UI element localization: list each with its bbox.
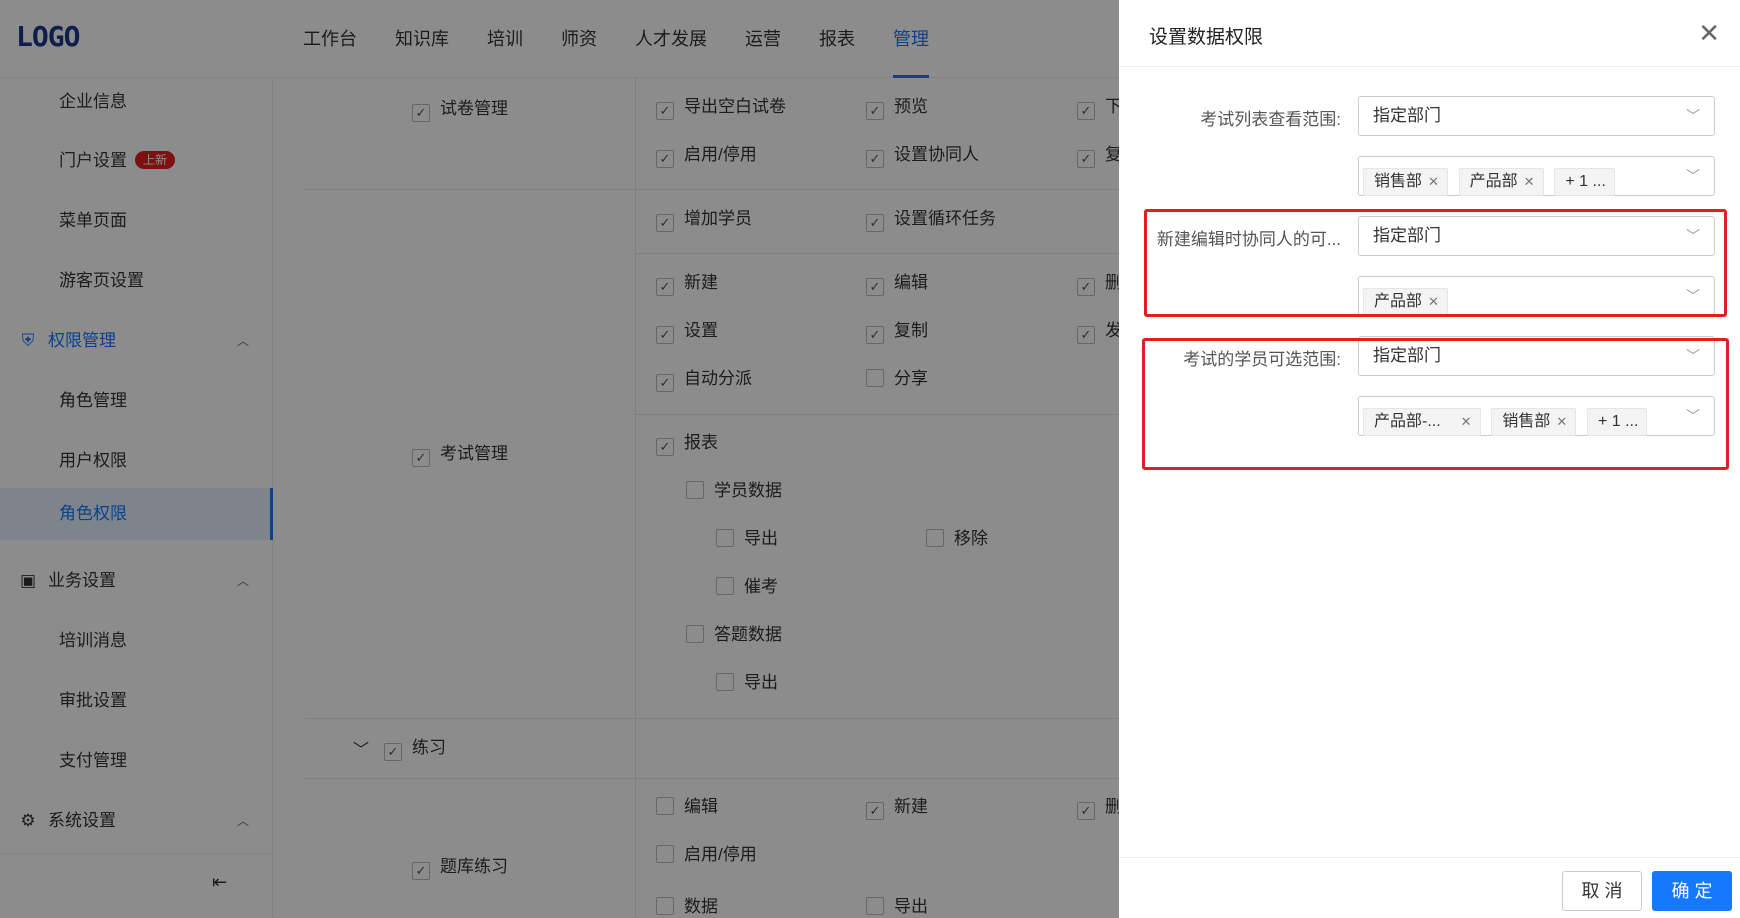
dept-multiselect-exam-list[interactable]: 销售部 ✕ 产品部 ✕ + 1 ... ﹀ — [1358, 156, 1715, 196]
confirm-button[interactable]: 确 定 — [1652, 871, 1732, 911]
data-permission-drawer: 设置数据权限 ✕ 考试列表查看范围: 指定部门 ﹀ 销售部 ✕ 产品部 ✕ + 1 … — [1119, 0, 1740, 918]
select-value: 指定部门 — [1373, 106, 1441, 125]
highlight-box — [1142, 338, 1729, 470]
dept-tag: 产品部 ✕ — [1458, 167, 1544, 196]
close-icon[interactable]: ✕ — [1698, 18, 1720, 48]
tag-remove-icon[interactable]: ✕ — [1428, 174, 1439, 189]
drawer-title: 设置数据权限 — [1149, 27, 1264, 48]
tag-label: 销售部 — [1374, 172, 1423, 190]
tag-remove-icon[interactable]: ✕ — [1524, 174, 1535, 189]
highlight-box — [1144, 209, 1727, 317]
drawer-header-divider — [1119, 66, 1740, 67]
cancel-button[interactable]: 取 消 — [1562, 871, 1642, 911]
modal-overlay[interactable] — [0, 0, 1119, 918]
scope-select-exam-list[interactable]: 指定部门 ﹀ — [1358, 96, 1715, 136]
chevron-down-icon: ﹀ — [1686, 168, 1700, 184]
drawer-footer-divider — [1119, 857, 1740, 858]
chevron-down-icon: ﹀ — [1686, 108, 1700, 124]
dept-tag: 销售部 ✕ — [1363, 167, 1448, 196]
tag-label: 产品部 — [1469, 172, 1518, 190]
field-label-exam-list-scope: 考试列表查看范围: — [1200, 110, 1341, 129]
more-tags-indicator[interactable]: + 1 ... — [1554, 167, 1615, 196]
